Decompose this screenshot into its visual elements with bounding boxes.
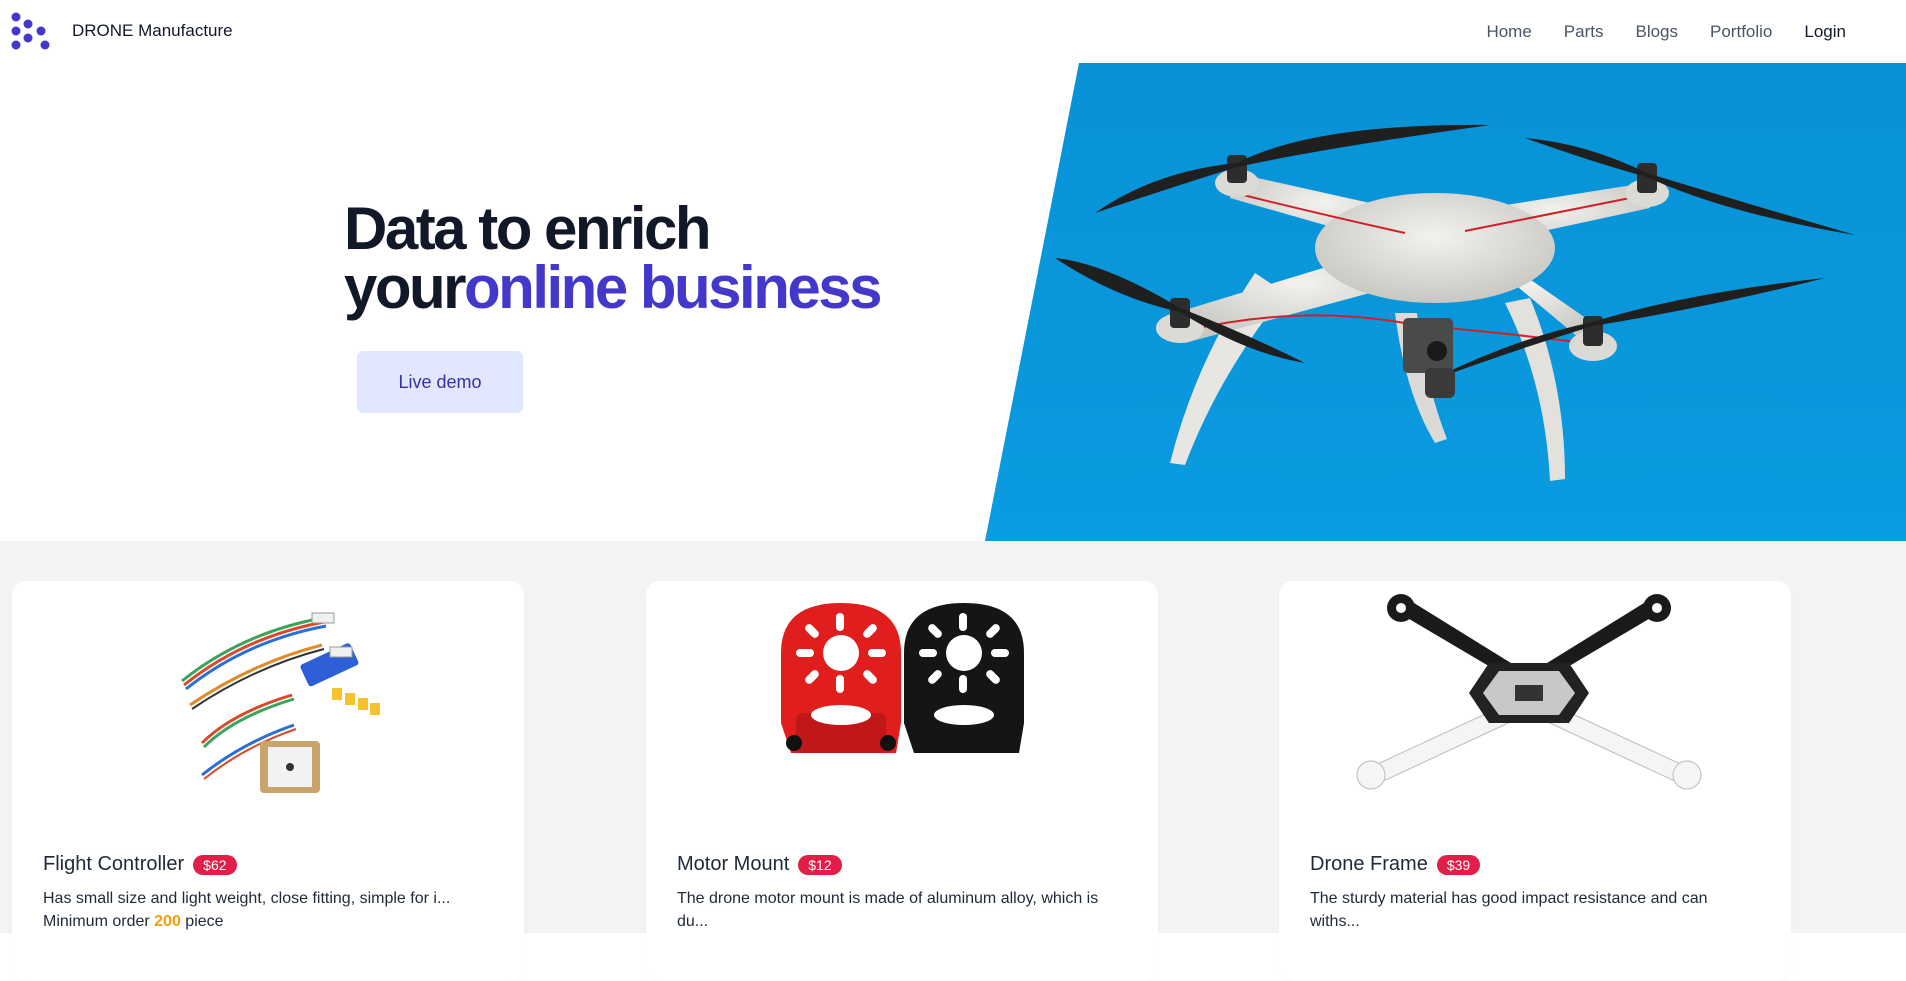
product-name[interactable]: Drone Frame (1310, 853, 1428, 876)
card-title-row: Drone Frame $39 (1310, 853, 1481, 876)
nav-home[interactable]: Home (1486, 22, 1531, 42)
min-order-qty: 200 (154, 913, 181, 930)
product-card[interactable]: Flight Controller $62 Has small size and… (12, 581, 524, 981)
dots-logo-icon (11, 12, 50, 50)
brand-name: DRONE Manufacture (72, 21, 233, 40)
min-order-suffix: piece (185, 913, 224, 930)
product-description: The sturdy material has good impact resi… (1310, 890, 1708, 930)
brand[interactable]: DRONE Manufacture (8, 9, 233, 53)
min-order-prefix: Minimum order (43, 913, 150, 930)
card-title-row: Motor Mount $12 (677, 853, 842, 876)
main-nav: Home Parts Blogs Portfolio Login (1454, 0, 1846, 63)
hero-title-accent: online business (464, 254, 882, 321)
products-section: Flight Controller $62 Has small size and… (0, 541, 1906, 981)
description-text: Has small size and light weight, close f… (43, 890, 451, 907)
card-title-row: Flight Controller $62 (43, 853, 237, 876)
motor-mount-image (781, 603, 1024, 753)
flight-controller-image (181, 612, 380, 793)
drone-frame-image (1356, 594, 1702, 790)
navbar: DRONE Manufacture Home Parts Blogs Portf… (0, 0, 1906, 63)
product-card[interactable]: Motor Mount $12 The drone motor mount is… (646, 581, 1158, 981)
price-badge: $12 (798, 854, 842, 875)
product-description: Has small size and light weight, close f… (43, 887, 493, 933)
product-name[interactable]: Motor Mount (677, 853, 789, 876)
product-card[interactable]: Drone Frame $39 The sturdy material has … (1279, 581, 1791, 981)
nav-login[interactable]: Login (1804, 22, 1846, 42)
hero-title-prefix: your (344, 254, 467, 321)
price-badge: $39 (1436, 854, 1481, 875)
hero-drone-image (985, 63, 1906, 541)
minimum-order: Minimum order 200 piece (43, 910, 493, 933)
nav-blogs[interactable]: Blogs (1635, 22, 1678, 42)
product-description: The drone motor mount is made of aluminu… (677, 890, 1099, 930)
product-name[interactable]: Flight Controller (43, 853, 184, 876)
hero-section: Data to enrich youronline business Live … (0, 63, 1906, 541)
hero-title-line1: Data to enrich (344, 195, 712, 262)
hero-title: Data to enrich youronline business (344, 199, 882, 318)
nav-portfolio[interactable]: Portfolio (1710, 22, 1772, 42)
live-demo-button[interactable]: Live demo (357, 351, 523, 413)
nav-parts[interactable]: Parts (1564, 22, 1604, 42)
price-badge: $62 (193, 854, 237, 875)
